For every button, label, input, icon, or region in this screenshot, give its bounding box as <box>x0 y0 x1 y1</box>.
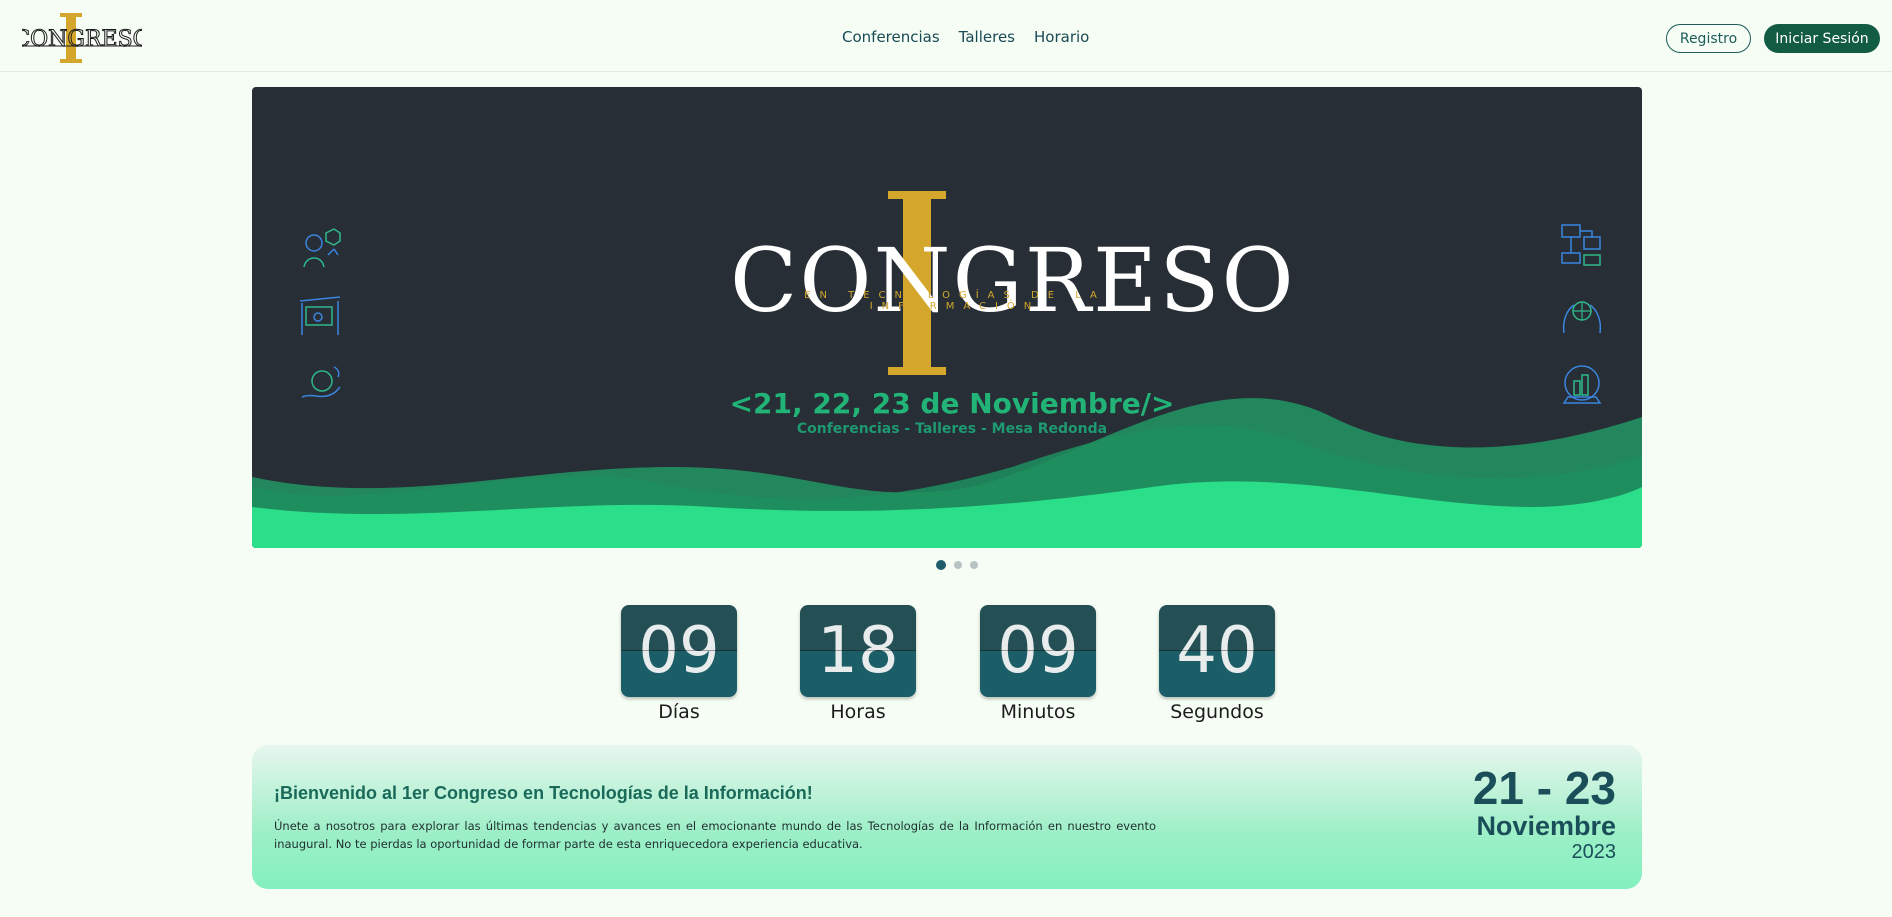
register-button[interactable]: Registro <box>1666 24 1751 53</box>
nav-link-talleres[interactable]: Talleres <box>959 28 1015 46</box>
countdown-days-label: Días <box>658 701 700 723</box>
carousel-dot-2[interactable] <box>954 561 962 569</box>
welcome-text: Únete a nosotros para explorar las últim… <box>274 819 1156 851</box>
hands-globe-icon <box>1562 301 1602 334</box>
carousel-dot-1[interactable] <box>936 560 946 570</box>
event-date-month: Noviembre <box>1476 811 1616 841</box>
countdown-days-box: 09 <box>621 605 737 697</box>
countdown-seconds: 40 Segundos <box>1159 605 1275 723</box>
welcome-card: ¡Bienvenido al 1er Congreso en Tecnologí… <box>252 745 1642 889</box>
navbar: CONGRESO Conferencias Talleres Horario R… <box>0 0 1892 72</box>
countdown-minutes-box: 09 <box>980 605 1096 697</box>
countdown-seconds-value: 40 <box>1176 614 1258 688</box>
countdown-minutes-label: Minutos <box>1000 701 1076 723</box>
login-button[interactable]: Iniciar Sesión <box>1764 24 1880 53</box>
globe-city-icon <box>1562 365 1602 404</box>
svg-text:CONGRESO: CONGRESO <box>22 27 142 52</box>
countdown-hours-box: 18 <box>800 605 916 697</box>
hero-tagline: Conferencias - Talleres - Mesa Redonda <box>796 421 1108 437</box>
countdown-minutes: 09 Minutos <box>980 605 1096 723</box>
countdown-hours: 18 Horas <box>800 605 916 723</box>
hero-dates: <21, 22, 23 de Noviembre/> <box>729 387 1175 420</box>
countdown-seconds-label: Segundos <box>1170 701 1264 723</box>
countdown-hours-value: 18 <box>817 614 899 688</box>
countdown-minutes-value: 09 <box>997 614 1079 688</box>
hand-network-icon <box>301 366 341 398</box>
event-date-year: 2023 <box>1571 841 1617 863</box>
event-date: 21 - 23 Noviembre 2023 <box>1473 765 1616 862</box>
brand-logo[interactable]: CONGRESO <box>13 12 151 64</box>
countdown-days-value: 09 <box>638 614 720 688</box>
welcome-title: ¡Bienvenido al 1er Congreso en Tecnologí… <box>274 783 813 803</box>
hero-banner[interactable]: CONGRESO EN TECNOLOGÍAS DE LA INFORMACIÓ… <box>252 87 1642 548</box>
nav-link-conferencias[interactable]: Conferencias <box>842 28 940 46</box>
flowchart-icon <box>1561 224 1601 266</box>
hero-subtitle: EN TECNOLOGÍAS DE LA INFORMACIÓN <box>804 290 1106 312</box>
nav-link-horario[interactable]: Horario <box>1034 28 1089 46</box>
event-date-range: 21 - 23 <box>1472 762 1616 814</box>
person-cube-icon <box>303 228 341 268</box>
carousel-indicators <box>936 560 978 570</box>
carousel-dot-3[interactable] <box>970 561 978 569</box>
congreso-logo-icon: CONGRESO <box>13 13 151 63</box>
countdown-days: 09 Días <box>621 605 737 723</box>
countdown-hours-label: Horas <box>830 701 886 723</box>
main-nav: Conferencias Talleres Horario <box>842 28 1089 46</box>
classroom-screen-icon <box>299 296 341 335</box>
countdown-seconds-box: 40 <box>1159 605 1275 697</box>
